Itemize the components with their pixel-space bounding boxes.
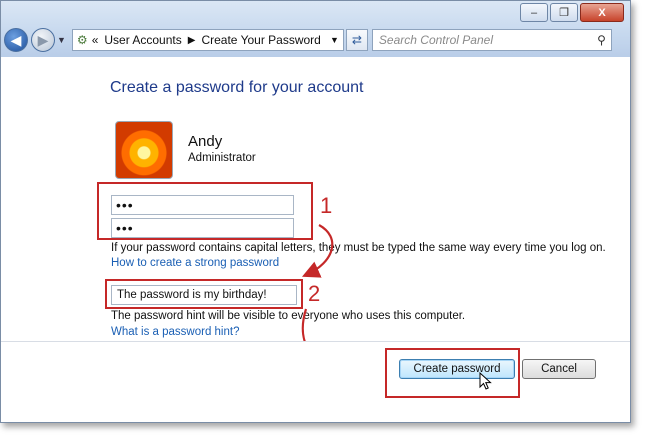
close-button[interactable]: X (580, 3, 624, 22)
search-placeholder: Search Control Panel (378, 33, 493, 47)
button-bar: Create password Cancel (1, 341, 630, 422)
address-bar[interactable]: ⚙ « User Accounts ▶ Create Your Password… (71, 29, 344, 51)
control-panel-icon: ⚙ (76, 33, 88, 47)
breadcrumb-create-your-password[interactable]: Create Your Password (201, 33, 320, 47)
back-button[interactable]: ◀ (4, 28, 28, 52)
address-dropdown-icon[interactable]: ▼ (330, 35, 339, 45)
maximize-button[interactable]: ❐ (550, 3, 578, 22)
control-panel-window: – ❐ X ◀ ▶ ▼ ⚙ « User Accounts ▶ Create Y… (0, 0, 631, 423)
refresh-button[interactable]: ⇄ (345, 29, 368, 51)
cancel-button[interactable]: Cancel (522, 359, 596, 379)
minimize-button[interactable]: – (520, 3, 548, 22)
mouse-pointer-icon (479, 372, 492, 390)
title-bar: – ❐ X ◀ ▶ ▼ ⚙ « User Accounts ▶ Create Y… (1, 1, 630, 57)
refresh-icon: ⇄ (351, 33, 362, 47)
arrow-step1-to-step2 (301, 224, 334, 278)
search-input[interactable]: Search Control Panel ⚲ (371, 29, 612, 51)
breadcrumb-prefix[interactable]: « (92, 33, 99, 47)
window-controls: – ❐ X (518, 3, 624, 22)
forward-button[interactable]: ▶ (31, 28, 55, 52)
breadcrumb-separator-icon[interactable]: ▶ (188, 35, 196, 46)
breadcrumb-user-accounts[interactable]: User Accounts (104, 33, 181, 47)
main-content: Create a password for your account Andy … (1, 57, 630, 422)
search-icon[interactable]: ⚲ (597, 33, 606, 47)
arrow-right-icon: ▶ (37, 31, 49, 48)
navigation-bar: ◀ ▶ ▼ ⚙ « User Accounts ▶ Create Your Pa… (4, 27, 627, 53)
highlight-box-step3 (385, 348, 520, 398)
arrow-left-icon: ◀ (10, 31, 22, 48)
recent-pages-dropdown-icon[interactable]: ▼ (57, 35, 66, 45)
